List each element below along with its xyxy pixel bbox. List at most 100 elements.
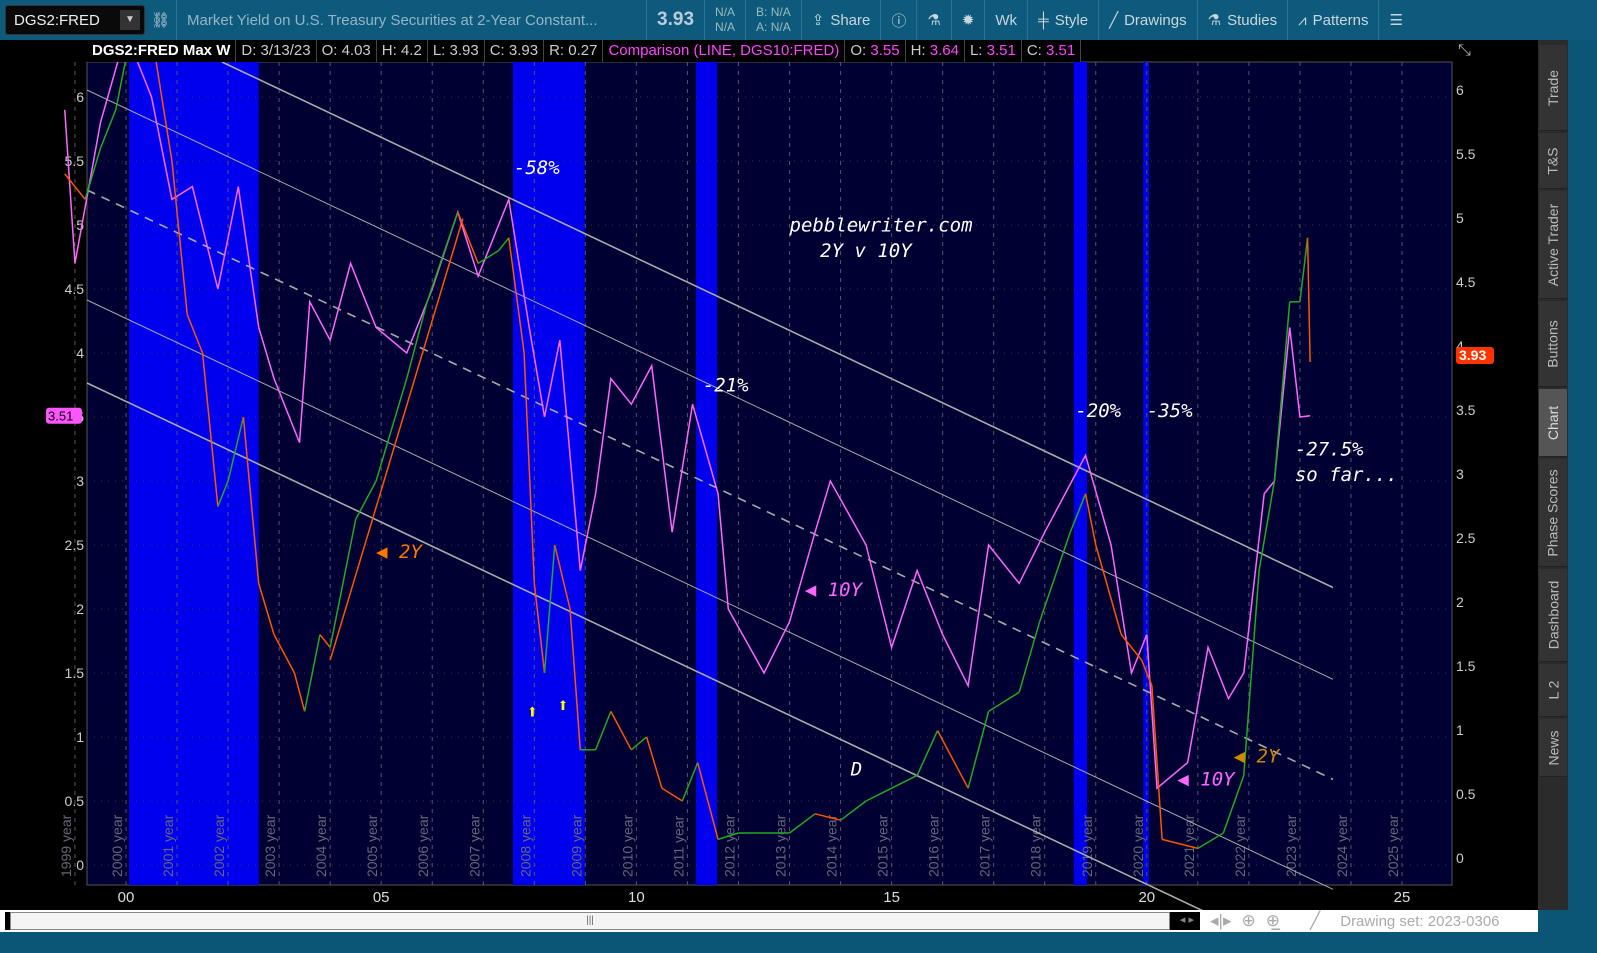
info-button[interactable]: ⓘ xyxy=(880,0,916,40)
chart-annotation: ⬆ xyxy=(527,701,538,723)
link-icon[interactable]: ⛓ xyxy=(145,0,176,40)
flask-button[interactable]: ⚗ xyxy=(916,0,950,40)
pct-change: N/A xyxy=(715,20,736,34)
x-tick-label: 00 xyxy=(118,889,135,906)
year-label: 2000 year xyxy=(109,814,125,877)
ask: A: N/A xyxy=(756,20,791,34)
sidebar-tab-buttons[interactable]: Buttons xyxy=(1539,301,1567,387)
last-price: 3.93 xyxy=(646,0,704,40)
drawing-tool-icon[interactable]: ╱ xyxy=(1310,911,1320,931)
patterns-button[interactable]: ⩘ Patterns xyxy=(1287,0,1378,40)
price-tag-value: 3.93 xyxy=(1459,347,1486,363)
year-label: 2010 year xyxy=(619,814,635,877)
chart-annotation: -35% xyxy=(1147,400,1193,422)
net-change: N/A xyxy=(715,5,736,19)
drawings-button[interactable]: ╱ Drawings xyxy=(1098,0,1197,40)
chart-annotation: -27.5% xyxy=(1295,438,1364,460)
price-tag-value: 3.51 xyxy=(48,409,73,424)
chart-annotation: so far... xyxy=(1295,464,1398,486)
flask-icon: ⚗ xyxy=(1207,12,1222,29)
menu-button[interactable]: ☰ xyxy=(1378,0,1412,40)
y-tick-right: 1.5 xyxy=(1456,658,1476,674)
year-label: 2024 year xyxy=(1334,814,1350,877)
recession-band xyxy=(1143,62,1149,885)
y-tick-right: 0 xyxy=(1456,850,1464,866)
chart-annotation: -58% xyxy=(514,157,560,179)
candle-icon: ╪ xyxy=(1038,11,1049,29)
sidebar-tab-news[interactable]: News xyxy=(1539,719,1567,777)
sidebar-tab-active-trader[interactable]: Active Trader xyxy=(1539,191,1567,299)
info-icon: ⓘ xyxy=(891,12,907,30)
y-tick-left: 2 xyxy=(76,601,84,617)
chart-area[interactable]: 1999 year 2000 year 2001 year 2002 year 2003… xyxy=(0,30,1538,953)
price-chart[interactable]: 1999 year 2000 year 2001 year 2002 year 2003… xyxy=(0,30,1538,953)
recession-band xyxy=(512,62,585,885)
sidebar-tab-chart[interactable]: Chart xyxy=(1539,389,1567,457)
info-date: D: 3/13/23 xyxy=(236,40,317,62)
settings-button[interactable]: ✹ xyxy=(950,0,985,40)
share-icon: ⇪ xyxy=(811,12,825,29)
chevron-down-icon[interactable]: ▼ xyxy=(120,10,140,30)
share-button[interactable]: ⇪ Share xyxy=(800,0,881,40)
comp-high: H: 3.64 xyxy=(906,40,965,62)
info-open: O: 4.03 xyxy=(317,40,377,62)
sidebar-tab-trade[interactable]: Trade xyxy=(1539,45,1567,131)
chart-annotation: 2Y v 10Y xyxy=(820,240,913,262)
bottom-bar: ||| ◂ ▸ ◂|▸ ⊕ ⊕̲ ╱ Drawing set: 2023-0306 xyxy=(0,910,1538,932)
y-tick-right: 4.5 xyxy=(1456,274,1476,290)
info-range: R: 0.27 xyxy=(544,40,604,62)
year-label: 2013 year xyxy=(773,814,789,877)
chart-annotation: -20% xyxy=(1075,400,1121,422)
chart-annotation: -21% xyxy=(703,374,749,396)
studies-button[interactable]: ⚗ Studies xyxy=(1196,0,1288,40)
y-tick-right: 3 xyxy=(1456,466,1464,482)
chart-annotation: ◀ 10Y xyxy=(1177,769,1236,791)
flask-icon: ⚗ xyxy=(927,12,941,29)
sidebar-tab-l-2[interactable]: L 2 xyxy=(1539,664,1567,717)
y-tick-left: 0 xyxy=(76,857,84,873)
bid: B: N/A xyxy=(756,5,791,19)
pan-icon[interactable]: ◂|▸ xyxy=(1210,911,1231,931)
y-tick-left: 6 xyxy=(76,89,84,105)
year-label: 2005 year xyxy=(364,814,380,877)
y-tick-right: 1 xyxy=(1456,722,1464,738)
price-tag-right: 3.93 xyxy=(1456,346,1494,364)
period-button[interactable]: Wk xyxy=(984,0,1027,40)
symbol-selector[interactable]: DGS2:FRED ▼ xyxy=(5,5,145,35)
year-label: 2019 year xyxy=(1079,814,1095,877)
period-label: Wk xyxy=(995,11,1018,29)
style-label: Style xyxy=(1054,11,1089,29)
toolbar: DGS2:FRED ▼ ⛓ Market Yield on U.S. Treasu… xyxy=(0,0,1597,40)
drawing-set-label[interactable]: Drawing set: 2023-0306 xyxy=(1340,913,1499,930)
year-label: 2015 year xyxy=(875,814,891,877)
studies-label: Studies xyxy=(1227,11,1278,29)
y-tick-right: 2 xyxy=(1456,594,1464,610)
zoom-icon[interactable]: ⊕̲ xyxy=(1266,911,1280,931)
horizontal-scrollbar[interactable]: ||| ◂ ▸ xyxy=(5,912,1200,930)
sidebar-tab-phase-scores[interactable]: Phase Scores xyxy=(1539,459,1567,567)
crosshair-icon[interactable]: ⊕ xyxy=(1241,911,1255,931)
year-label: 2012 year xyxy=(721,814,737,877)
collapse-axis-icon[interactable]: ⤡ xyxy=(1458,42,1471,60)
chart-annotation: ⬆ xyxy=(557,694,568,716)
x-tick-label: 05 xyxy=(373,889,390,906)
year-label: 2017 year xyxy=(977,814,993,877)
patterns-icon: ⩘ xyxy=(1298,11,1307,29)
year-label: 2009 year xyxy=(568,814,584,877)
y-tick-right: 3.5 xyxy=(1456,402,1476,418)
year-label: 2018 year xyxy=(1028,814,1044,877)
scroll-arrows-icon[interactable]: ◂ ▸ xyxy=(1180,913,1194,926)
comp-low: L: 3.51 xyxy=(965,40,1022,62)
y-tick-right: 5.5 xyxy=(1456,146,1476,162)
x-tick-label: 20 xyxy=(1138,889,1155,906)
year-label: 2011 year xyxy=(670,815,686,877)
style-button[interactable]: ╪ Style xyxy=(1027,0,1098,40)
year-label: 2001 year xyxy=(160,814,176,877)
x-tick-label: 10 xyxy=(628,889,645,906)
y-tick-left: 4.5 xyxy=(65,281,85,297)
gear-icon: ✹ xyxy=(961,12,975,29)
sidebar-tab-dashboard[interactable]: Dashboard xyxy=(1539,569,1567,662)
sidebar-tab-t-s[interactable]: T&S xyxy=(1539,133,1567,189)
chart-info-bar: DGS2:FRED Max W D: 3/13/23 O: 4.03 H: 4.… xyxy=(87,40,1082,62)
scroll-thumb[interactable]: ||| xyxy=(10,912,1170,930)
